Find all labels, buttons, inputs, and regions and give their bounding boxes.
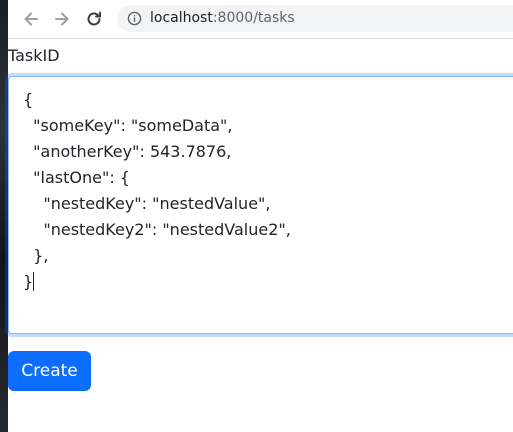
info-icon[interactable] [127,11,142,26]
json-textarea[interactable]: { "someKey": "someData", "anotherKey": 5… [8,76,513,334]
create-button[interactable]: Create [8,351,91,391]
json-line: "nestedKey": "nestedValue", [23,194,271,213]
url-text: localhost:8000/tasks [150,10,295,27]
back-button[interactable] [20,8,42,30]
address-bar[interactable]: localhost:8000/tasks [117,5,513,32]
json-line: "someKey": "someData", [23,116,233,135]
json-line: }, [23,246,49,265]
url-host: localhost [150,10,213,26]
back-arrow-icon [24,12,38,26]
background-window-strip [0,0,8,432]
json-line: { [23,90,34,109]
forward-button[interactable] [51,8,73,30]
task-id-label: TaskID [8,46,60,65]
json-line: "anotherKey": 543.7876, [23,142,232,161]
forward-arrow-icon [55,12,69,26]
json-line: "nestedKey2": "nestedValue2", [23,220,291,239]
url-path: :8000/tasks [212,10,295,26]
json-line: } [23,272,34,291]
reload-button[interactable] [83,8,105,30]
json-text: { "someKey": "someData", "anotherKey": 5… [23,87,291,295]
text-cursor [33,272,35,291]
reload-icon [87,11,101,26]
json-line: "lastOne": { [23,168,130,187]
browser-toolbar: localhost:8000/tasks [8,0,513,39]
